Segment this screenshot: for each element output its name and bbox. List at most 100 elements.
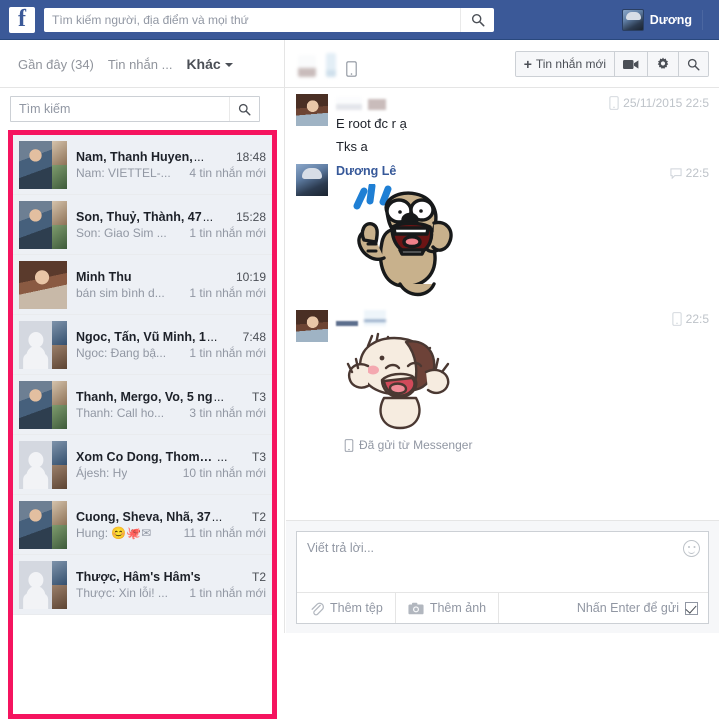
avatar xyxy=(19,140,67,189)
conversation-list-item[interactable]: Thược, Hâm's Hâm's T2 Thược: Xin lỗi! ... 1… xyxy=(13,555,272,615)
unread-count-badge: 1 tin nhắn mới xyxy=(189,585,266,600)
reply-input-row xyxy=(297,532,708,592)
timestamp-label: 22:5 xyxy=(685,166,709,180)
conversation-name-overflow: ... xyxy=(206,329,218,344)
checkbox-checked-icon[interactable] xyxy=(685,601,698,615)
conversation-name: Ngoc, Tấn, Vũ Minh, 1 xyxy=(76,329,206,344)
redacted-block xyxy=(364,310,386,326)
conversation-time: 10:19 xyxy=(235,269,266,284)
thread-search-button[interactable] xyxy=(679,52,708,76)
redacted-block xyxy=(336,97,362,110)
tab-recent[interactable]: Gần đây (34) xyxy=(18,57,94,72)
conversation-name: Minh Thu xyxy=(76,269,132,284)
gear-icon xyxy=(657,57,669,69)
thread-header: + Tin nhắn mới xyxy=(286,40,719,88)
unread-count-badge: 1 tin nhắn mới xyxy=(189,345,266,360)
attach-file-button[interactable]: Thêm tệp xyxy=(297,593,396,623)
avatar[interactable] xyxy=(296,94,328,126)
conversation-name: Thanh, Mergo, Vo, 5 ng xyxy=(76,389,213,404)
timestamp-label: 25/11/2015 22:5 xyxy=(623,96,709,110)
profile-name-label: Dương xyxy=(649,13,692,27)
conversation-list-item[interactable]: Ngoc, Tấn, Vũ Minh, 1... 7:48 Ngoc: Đang b… xyxy=(13,315,272,375)
divider xyxy=(702,10,703,30)
avatar[interactable] xyxy=(296,310,328,342)
search-icon xyxy=(238,103,251,116)
facebook-top-navbar: f Dương xyxy=(0,0,719,40)
message-item: 22:5 Dương Lê xyxy=(286,158,719,304)
conversation-name-overflow: ... xyxy=(193,149,205,164)
enter-to-send-toggle[interactable]: Nhấn Enter để gửi xyxy=(567,593,708,623)
tab-recent-label: Gần đây (34) xyxy=(18,56,94,72)
timestamp-label: 22:5 xyxy=(685,312,709,326)
paperclip-icon xyxy=(311,602,324,615)
plus-icon: + xyxy=(523,56,532,72)
attach-photo-button[interactable]: Thêm ảnh xyxy=(396,593,500,623)
conversation-list-item[interactable]: Thanh, Mergo, Vo, 5 ng... T3 Thanh: Call h… xyxy=(13,375,272,435)
conversation-sidebar: Nam, Thanh Huyen,... 18:48 Nam: VIETTEL-..… xyxy=(0,88,285,719)
video-call-button[interactable] xyxy=(615,52,648,76)
tab-other-label: Khác xyxy=(186,56,221,72)
mobile-icon xyxy=(609,96,619,110)
avatar xyxy=(19,440,67,489)
global-search-button[interactable] xyxy=(460,7,494,32)
attach-photo-label: Thêm ảnh xyxy=(429,601,487,615)
message-composer: Thêm tệp Thêm ảnh Nhấn Enter để gửi xyxy=(286,520,719,633)
conversation-name-overflow: ... xyxy=(217,449,228,464)
profile-menu-button[interactable]: Dương xyxy=(614,0,711,40)
conversation-search-input[interactable] xyxy=(19,102,229,116)
avatar xyxy=(621,9,644,31)
conversation-list-item[interactable]: Cuong, Sheva, Nhã, 37... T2 Hung: 😊🐙✉ 11 ti… xyxy=(13,495,272,555)
new-message-label: Tin nhắn mới xyxy=(535,57,606,71)
avatar xyxy=(19,260,67,309)
conversation-time: T2 xyxy=(251,569,266,584)
tab-messages[interactable]: Tin nhắn ... xyxy=(108,57,173,72)
avatar[interactable] xyxy=(296,164,328,196)
sticker-dog-thumbs-up xyxy=(342,184,709,302)
conversation-text: Thược, Hâm's Hâm's T2 Thược: Xin lỗi! ... 1… xyxy=(76,570,272,600)
conversation-name-overflow: ... xyxy=(213,389,224,404)
smiley-icon[interactable] xyxy=(683,540,700,557)
unread-count-badge: 10 tin nhắn mới xyxy=(182,465,266,480)
avatar xyxy=(19,500,67,549)
unread-count-badge: 1 tin nhắn mới xyxy=(189,225,266,240)
attach-file-label: Thêm tệp xyxy=(330,601,383,615)
conversation-name: Xom Co Dong, Thomas, xyxy=(76,449,216,464)
reply-textarea[interactable] xyxy=(297,532,708,592)
message-timestamp: 25/11/2015 22:5 xyxy=(609,96,709,110)
avatar xyxy=(19,200,67,249)
conversation-text: Minh Thu 10:19 bán sim bình d... 1 tin nhắn… xyxy=(76,270,272,300)
conversation-snippet: Ngoc: Đang bậ... xyxy=(76,345,167,360)
conversation-list-highlight-box: Nam, Thanh Huyen,... 18:48 Nam: VIETTEL-..… xyxy=(8,130,277,719)
happy-puppy-icon xyxy=(346,332,450,430)
dog-thumbs-up-icon xyxy=(353,184,453,297)
conversation-snippet: Son: Giao Sim ... xyxy=(76,225,167,240)
mobile-icon xyxy=(344,438,354,452)
tab-other[interactable]: Khác xyxy=(186,56,233,72)
sender-name[interactable]: Dương Lê xyxy=(336,164,709,178)
redacted-block xyxy=(298,55,316,77)
conversation-list-item[interactable]: Minh Thu 10:19 bán sim bình d... 1 tin nhắn… xyxy=(13,255,272,315)
conversation-list-item[interactable]: Xom Co Dong, Thomas,... T3 Ájesh: Hy 10 tin… xyxy=(13,435,272,495)
avatar xyxy=(19,320,67,369)
conversation-list-item[interactable]: Nam, Thanh Huyen,... 18:48 Nam: VIETTEL-..… xyxy=(13,135,272,195)
sender-name-redacted xyxy=(336,310,709,326)
new-message-button[interactable]: + Tin nhắn mới xyxy=(515,52,615,76)
tab-messages-label: Tin nhắn ... xyxy=(107,56,173,72)
conversation-snippet: Nam: VIETTEL-... xyxy=(76,165,171,180)
conversation-time: 15:28 xyxy=(235,209,266,224)
conversation-name: Cuong, Sheva, Nhã, 37 xyxy=(76,509,211,524)
facebook-logo[interactable]: f xyxy=(9,6,35,33)
conversation-text: Nam, Thanh Huyen,... 18:48 Nam: VIETTEL-..… xyxy=(76,150,272,180)
redacted-block xyxy=(326,53,336,77)
conversation-list-item[interactable]: Son, Thuỷ, Thành, 47... 15:28 Son: Giao Si… xyxy=(13,195,272,255)
message-list: 25/11/2015 22:5 E root đc r ạ Tks a 22:5… xyxy=(286,88,719,520)
global-search-input[interactable] xyxy=(52,8,460,31)
chevron-down-icon xyxy=(224,63,233,68)
unread-count-badge: 4 tin nhắn mới xyxy=(189,165,266,180)
settings-button[interactable] xyxy=(648,52,679,76)
conversation-search-button[interactable] xyxy=(229,97,259,121)
conversation-name-overflow: ... xyxy=(211,509,223,524)
conversation-snippet: Hung: 😊🐙✉ xyxy=(76,525,152,540)
redacted-block xyxy=(368,99,386,110)
conversation-name-overflow: ... xyxy=(202,209,214,224)
